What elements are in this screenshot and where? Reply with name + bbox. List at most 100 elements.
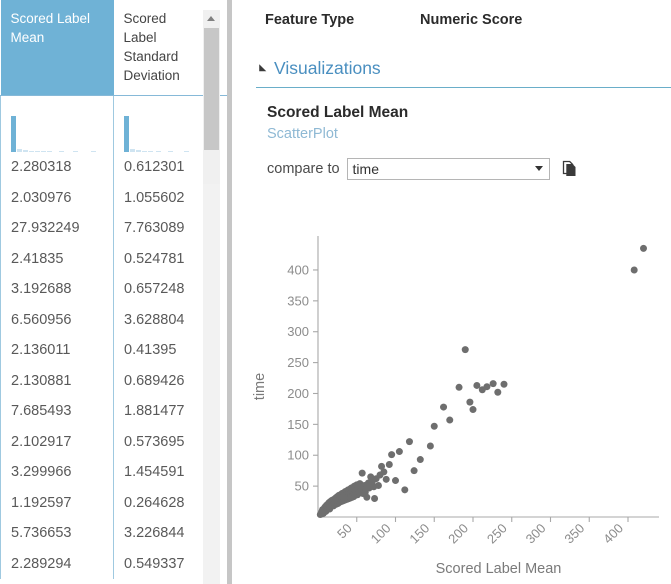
y-tick-label: 150 (287, 417, 309, 432)
table-row[interactable]: 2.280318 0.612301 (0, 152, 227, 183)
data-grid: Scored Label Mean Scored Label Standard … (0, 0, 227, 579)
cell-scored-label-standard-deviation[interactable]: 0.689426 (113, 365, 205, 396)
scatter-point (401, 486, 409, 494)
scatter-point (446, 416, 454, 424)
scatter-point (430, 422, 438, 430)
table-row[interactable]: 2.102917 0.573695 (0, 426, 227, 457)
cell-scored-label-mean[interactable]: 2.030976 (0, 182, 114, 213)
table-row[interactable]: 1.192597 0.264628 (0, 487, 227, 518)
table-row[interactable]: 2.289294 0.549337 (0, 548, 227, 579)
y-tick-label: 300 (287, 324, 309, 339)
table-row[interactable]: 2.030976 1.055602 (0, 182, 227, 213)
header-feature-type: Feature Type (265, 12, 355, 28)
scatter-points (316, 244, 647, 519)
mini-histogram (124, 110, 194, 152)
chevron-down-icon (534, 166, 543, 171)
cell-scored-label-standard-deviation[interactable]: 7.763089 (113, 213, 205, 244)
cell-scored-label-mean[interactable]: 27.932249 (0, 213, 114, 244)
y-tick-label: 50 (295, 479, 309, 494)
histogram-cell-scored-label-standard-deviation[interactable] (113, 95, 205, 152)
grid-header-row: Scored Label Mean Scored Label Standard … (0, 0, 227, 96)
y-tick-label: 100 (287, 448, 309, 463)
scatter-point (483, 383, 491, 391)
cell-scored-label-standard-deviation[interactable]: 1.055602 (113, 182, 205, 213)
section-divider (256, 87, 671, 88)
grid-scrollbar-track-lower[interactable] (203, 184, 220, 584)
cell-scored-label-mean[interactable]: 2.102917 (0, 426, 114, 457)
scatter-point (410, 467, 418, 475)
histogram-cell-scored-label-mean[interactable] (0, 95, 114, 152)
scatter-point (461, 346, 469, 354)
cell-scored-label-mean[interactable]: 2.289294 (0, 548, 114, 579)
cell-scored-label-mean[interactable]: 3.299966 (0, 457, 114, 488)
table-row[interactable]: 2.136011 0.41395 (0, 335, 227, 366)
cell-scored-label-standard-deviation[interactable]: 1.881477 (113, 396, 205, 427)
scatter-point (640, 244, 647, 252)
cell-scored-label-standard-deviation[interactable]: 0.524781 (113, 243, 205, 274)
cell-scored-label-mean[interactable]: 6.560956 (0, 304, 114, 335)
cell-scored-label-mean[interactable]: 2.130881 (0, 365, 114, 396)
histogram-row (0, 95, 227, 152)
cell-scored-label-mean[interactable]: 7.685493 (0, 396, 114, 427)
y-tick-label: 200 (287, 386, 309, 401)
table-row[interactable]: 5.736653 3.226844 (0, 518, 227, 549)
table-row[interactable]: 3.299966 1.454591 (0, 457, 227, 488)
table-row[interactable]: 6.560956 3.628804 (0, 304, 227, 335)
scatter-plot[interactable]: 50 100 150 200 250 300 350 400 50 100 150 200 250 30… (234, 205, 671, 584)
cell-scored-label-mean[interactable]: 3.192688 (0, 274, 114, 305)
scatter-point (382, 475, 390, 483)
cell-scored-label-mean[interactable]: 5.736653 (0, 518, 114, 549)
scrollbar-thumb[interactable] (204, 28, 219, 150)
visualizations-section-label: Visualizations (274, 58, 381, 78)
cell-scored-label-standard-deviation[interactable]: 3.628804 (113, 304, 205, 335)
compare-to-select[interactable]: time (346, 158, 550, 180)
data-grid-pane: Scored Label Mean Scored Label Standard … (0, 0, 227, 584)
table-row[interactable]: 2.130881 0.689426 (0, 365, 227, 396)
table-row[interactable]: 27.932249 7.763089 (0, 213, 227, 244)
column-header-scored-label-standard-deviation[interactable]: Scored Label Standard Deviation (113, 0, 205, 96)
cell-scored-label-standard-deviation[interactable]: 0.573695 (113, 426, 205, 457)
cell-scored-label-mean[interactable]: 2.136011 (0, 335, 114, 366)
cell-scored-label-standard-deviation[interactable]: 1.454591 (113, 457, 205, 488)
details-pane: Feature Type Numeric Score Visualization… (234, 0, 671, 584)
cell-scored-label-standard-deviation[interactable]: 0.41395 (113, 335, 205, 366)
chart-title: Scored Label Mean (267, 104, 409, 121)
visualizations-section-toggle[interactable]: Visualizations (255, 58, 381, 79)
cell-scored-label-standard-deviation[interactable]: 0.612301 (113, 152, 205, 183)
x-axis-label: Scored Label Mean (436, 561, 562, 577)
cell-scored-label-standard-deviation[interactable]: 3.226844 (113, 518, 205, 549)
x-tick-label: 200 (445, 521, 471, 547)
cell-scored-label-mean[interactable]: 1.192597 (0, 487, 114, 518)
scatter-point (494, 388, 502, 396)
grid-vertical-scrollbar[interactable] (203, 10, 220, 184)
scatter-point (358, 469, 366, 477)
x-tick-label: 300 (523, 521, 549, 547)
scatter-point (455, 383, 463, 391)
scatter-point (395, 448, 403, 456)
table-row[interactable]: 3.192688 0.657248 (0, 274, 227, 305)
table-row[interactable]: 7.685493 1.881477 (0, 396, 227, 427)
scatter-point (388, 451, 396, 459)
y-tick-label: 250 (287, 355, 309, 370)
scatter-point (500, 380, 508, 388)
cell-scored-label-mean[interactable]: 2.280318 (0, 152, 114, 183)
cell-scored-label-standard-deviation[interactable]: 0.657248 (113, 274, 205, 305)
detail-column-headers: Feature Type Numeric Score (234, 12, 671, 32)
copy-page-icon[interactable] (562, 160, 577, 178)
scatter-plot-svg: 50 100 150 200 250 300 350 400 50 100 150 200 250 30… (252, 236, 659, 577)
cell-scored-label-standard-deviation[interactable]: 0.264628 (113, 487, 205, 518)
scatter-point (374, 482, 382, 489)
scatter-point (371, 494, 379, 502)
column-header-scored-label-mean[interactable]: Scored Label Mean (0, 0, 114, 96)
scroll-up-button[interactable] (203, 10, 220, 27)
table-row[interactable]: 2.41835 0.524781 (0, 243, 227, 274)
scatter-point (405, 438, 413, 446)
x-tick-label: 350 (561, 521, 587, 547)
cell-scored-label-mean[interactable]: 2.41835 (0, 243, 114, 274)
x-tick-label: 400 (600, 521, 626, 547)
cell-scored-label-standard-deviation[interactable]: 0.549337 (113, 548, 205, 579)
compare-to-selected-value: time (352, 161, 379, 177)
scatter-point (473, 381, 481, 389)
x-tick-label: 50 (334, 521, 355, 542)
x-tick-label: 100 (368, 521, 394, 547)
